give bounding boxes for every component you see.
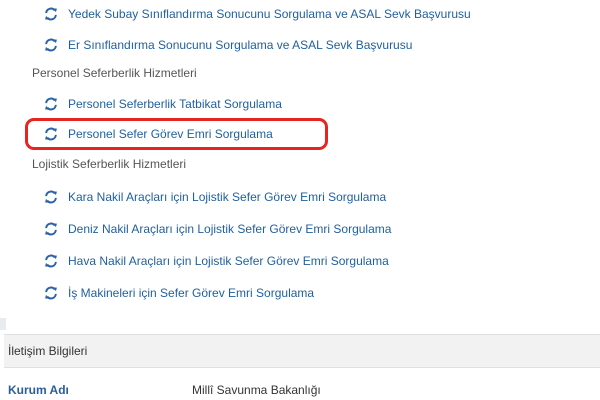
panel-corner-decoration: [0, 318, 6, 330]
refresh-icon: [45, 7, 57, 21]
link-label: Kara Nakil Araçları için Lojistik Sefer …: [68, 190, 387, 204]
refresh-icon: [45, 190, 57, 204]
link-label: Er Sınıflandırma Sonucunu Sorgulama ve A…: [68, 38, 413, 52]
section-title-personel: Personel Seferberlik Hizmetleri: [32, 66, 197, 80]
link-yedek-subay-siniflandirma[interactable]: Yedek Subay Sınıflandırma Sonucunu Sorgu…: [44, 3, 471, 25]
refresh-icon: [45, 38, 57, 52]
contact-panel-header: İletişim Bilgileri: [4, 334, 600, 368]
refresh-icon: [45, 222, 57, 236]
link-label: Personel Sefer Görev Emri Sorgulama: [68, 127, 273, 141]
link-label: Hava Nakil Araçları için Lojistik Sefer …: [68, 254, 389, 268]
refresh-icon: [45, 97, 57, 111]
link-label: Yedek Subay Sınıflandırma Sonucunu Sorgu…: [68, 7, 471, 21]
section-title-lojistik: Lojistik Seferberlik Hizmetleri: [32, 157, 187, 171]
link-personel-sefer-gorev-emri[interactable]: Personel Sefer Görev Emri Sorgulama: [44, 123, 273, 145]
link-hava-nakil[interactable]: Hava Nakil Araçları için Lojistik Sefer …: [44, 250, 389, 272]
kurum-adi-value: Millî Savunma Bakanlığı: [192, 383, 321, 397]
link-kara-nakil[interactable]: Kara Nakil Araçları için Lojistik Sefer …: [44, 186, 386, 208]
refresh-icon: [45, 254, 57, 268]
link-deniz-nakil[interactable]: Deniz Nakil Araçları için Lojistik Sefer…: [44, 218, 391, 240]
contact-panel-title: İletişim Bilgileri: [8, 344, 88, 358]
link-label: Personel Seferberlik Tatbikat Sorgulama: [68, 97, 282, 111]
link-er-siniflandirma[interactable]: Er Sınıflandırma Sonucunu Sorgulama ve A…: [44, 34, 412, 56]
refresh-icon: [45, 286, 57, 300]
link-personel-tatbikat[interactable]: Personel Seferberlik Tatbikat Sorgulama: [44, 93, 282, 115]
kurum-adi-label: Kurum Adı: [8, 383, 69, 397]
refresh-icon: [45, 127, 57, 141]
link-label: İş Makineleri için Sefer Görev Emri Sorg…: [68, 286, 315, 300]
link-is-makineleri[interactable]: İş Makineleri için Sefer Görev Emri Sorg…: [44, 282, 314, 304]
link-label: Deniz Nakil Araçları için Lojistik Sefer…: [68, 222, 392, 236]
page: Yedek Subay Sınıflandırma Sonucunu Sorgu…: [0, 0, 600, 400]
